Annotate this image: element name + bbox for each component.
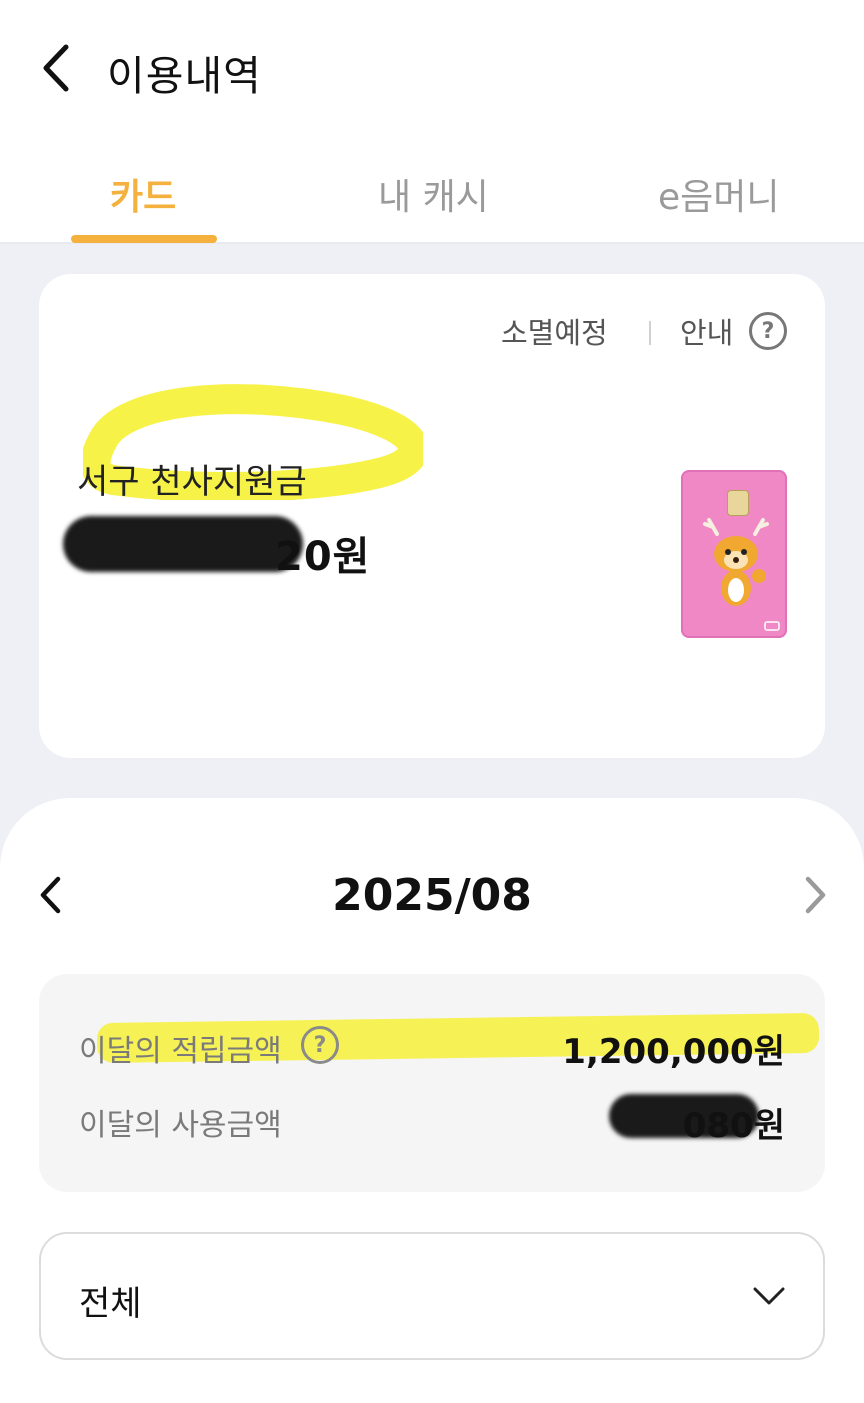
tab-my-cash[interactable]: 내 캐시 — [378, 168, 489, 220]
help-icon[interactable]: ? — [301, 1026, 339, 1064]
page-title: 이용내역 — [107, 52, 262, 100]
chevron-right-icon — [805, 876, 826, 914]
tab-bar: 카드 내 캐시 e음머니 — [0, 140, 864, 244]
app-header: 이용내역 — [0, 0, 864, 140]
info-link[interactable]: 안내 — [680, 310, 733, 352]
card-label: 서구 천사지원금 — [77, 462, 307, 502]
chevron-down-icon — [753, 1287, 785, 1305]
next-month-button[interactable] — [796, 870, 836, 920]
back-button[interactable] — [30, 40, 80, 96]
month-label: 2025/08 — [332, 870, 532, 921]
used-value: 080원 — [682, 1106, 785, 1146]
help-icon[interactable]: ? — [749, 312, 787, 350]
divider — [649, 321, 651, 345]
tab-card[interactable]: 카드 — [110, 168, 176, 220]
balance-card: 소멸예정 안내 ? 서구 천사지원금 20원 — [39, 274, 825, 758]
chevron-left-icon — [43, 44, 69, 92]
redaction-mark — [63, 516, 303, 572]
filter-dropdown[interactable]: 전체 — [39, 1232, 825, 1360]
card-balance: 20원 — [275, 534, 371, 580]
accumulated-label: 이달의 적립금액 — [79, 1034, 282, 1069]
expire-scheduled-link[interactable]: 소멸예정 — [501, 310, 608, 352]
accumulated-value: 1,200,000원 — [562, 1032, 785, 1072]
card-thumbnail[interactable] — [681, 470, 787, 638]
monthly-summary: 이달의 적립금액 ? 1,200,000원 이달의 사용금액 080원 — [39, 974, 825, 1192]
info-label: 안내 — [680, 316, 734, 350]
used-label: 이달의 사용금액 — [79, 1108, 282, 1143]
filter-selected-value: 전체 — [79, 1284, 142, 1324]
deer-mascot-icon — [703, 518, 780, 631]
active-tab-indicator — [71, 235, 217, 243]
tab-e-eum-money[interactable]: e음머니 — [658, 168, 780, 220]
